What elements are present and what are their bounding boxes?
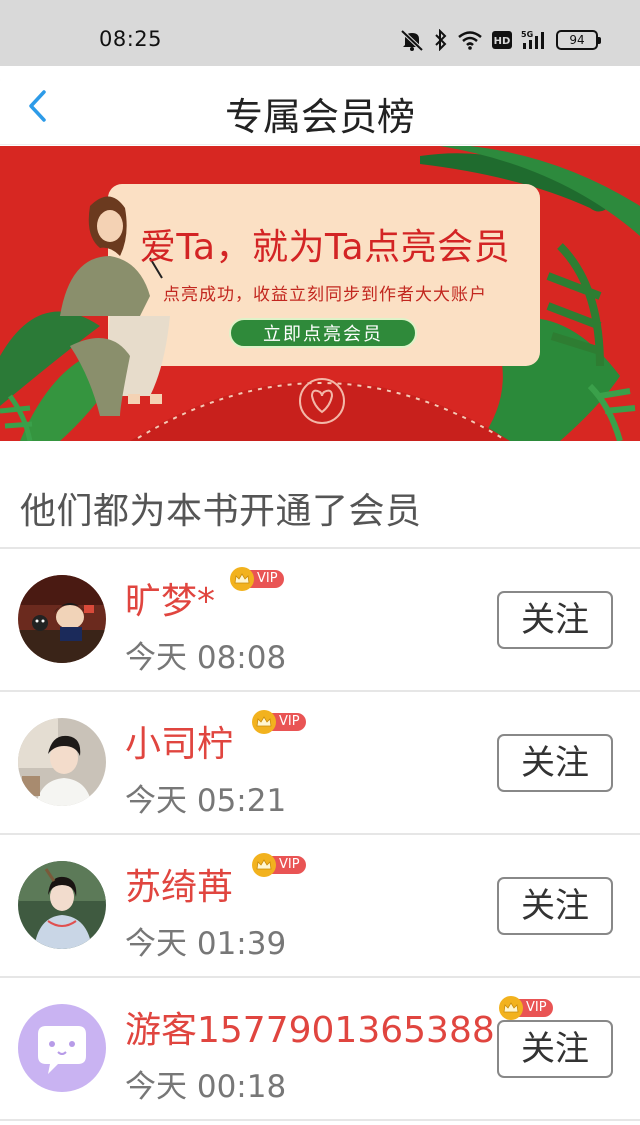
battery-icon: 94 [556, 30, 601, 50]
follow-button[interactable]: 关注 [497, 877, 613, 935]
member-time: 今天 08:08 [125, 640, 287, 676]
status-icons: HD 5G 94 [399, 26, 601, 54]
member-time: 今天 00:18 [125, 1069, 287, 1105]
crown-icon [252, 710, 276, 734]
vip-badge: VIP [499, 996, 553, 1020]
status-bar: 08:25 HD 5G 94 [0, 0, 640, 66]
battery-level: 94 [569, 33, 585, 47]
member-list: 旷梦* VIP 今天 08:08 关注 小司柠 VIP 今天 05:21 关注 … [0, 549, 640, 1121]
promo-banner[interactable]: 爱Ta，就为Ta点亮会员 点亮成功，收益立刻同步到作者大大账户 立即点亮会员 [0, 146, 640, 441]
avatar[interactable] [18, 575, 106, 663]
follow-button[interactable]: 关注 [497, 1020, 613, 1078]
wifi-icon [458, 31, 482, 50]
member-time: 今天 05:21 [125, 783, 287, 819]
vip-badge: VIP [252, 710, 306, 734]
list-item[interactable]: 旷梦* VIP 今天 08:08 关注 [0, 549, 640, 692]
vip-badge: VIP [252, 853, 306, 877]
light-up-vip-button[interactable]: 立即点亮会员 [229, 318, 417, 348]
member-time: 今天 01:39 [125, 926, 287, 962]
crown-icon [252, 853, 276, 877]
bluetooth-icon [435, 29, 447, 51]
member-name[interactable]: 游客1577901365388 [125, 1001, 495, 1053]
section-title: 他们都为本书开通了会员 [20, 491, 422, 532]
member-name[interactable]: 小司柠 [125, 715, 233, 767]
banner-subtitle: 点亮成功，收益立刻同步到作者大大账户 [163, 285, 487, 305]
list-item[interactable]: 游客1577901365388 VIP 今天 00:18 关注 [0, 978, 640, 1121]
avatar[interactable] [18, 861, 106, 949]
signal-5g-icon: 5G [521, 30, 544, 49]
mute-icon [400, 29, 424, 51]
crown-icon [230, 567, 254, 591]
avatar[interactable] [18, 718, 106, 806]
page-title: 专属会员榜 [224, 95, 415, 139]
list-item[interactable]: 小司柠 VIP 今天 05:21 关注 [0, 692, 640, 835]
banner-title: 爱Ta，就为Ta点亮会员 [139, 227, 511, 268]
status-time: 08:25 [99, 27, 163, 51]
follow-button[interactable]: 关注 [497, 734, 613, 792]
list-item[interactable]: 苏绮苒 VIP 今天 01:39 关注 [0, 835, 640, 978]
crown-icon [499, 996, 523, 1020]
header: 专属会员榜 [0, 66, 640, 144]
hd-icon: HD [492, 31, 512, 49]
member-name[interactable]: 苏绮苒 [125, 858, 233, 910]
avatar[interactable] [18, 1004, 106, 1092]
svg-text:5G: 5G [521, 30, 533, 39]
follow-button[interactable]: 关注 [497, 591, 613, 649]
member-name[interactable]: 旷梦* [125, 572, 215, 624]
svg-text:HD: HD [494, 36, 511, 47]
vip-badge: VIP [230, 567, 284, 591]
